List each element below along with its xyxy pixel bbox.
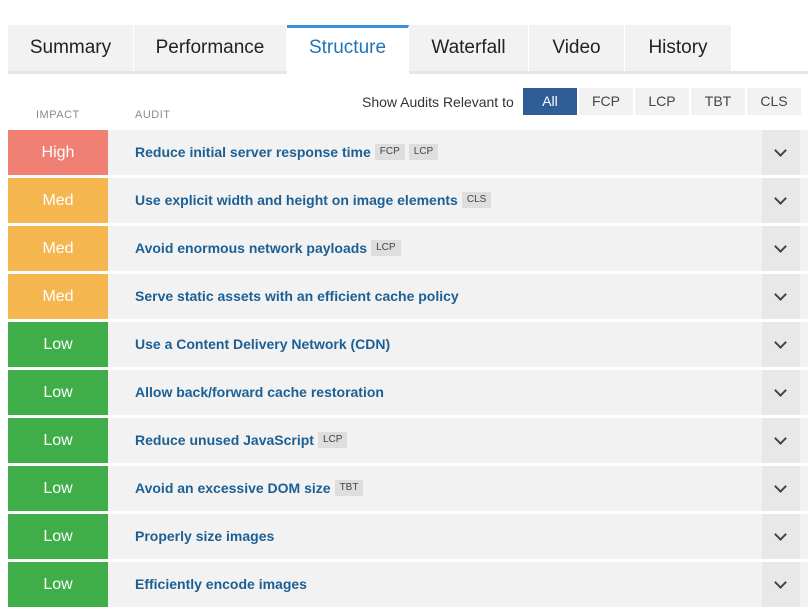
- impact-badge: Low: [8, 370, 108, 415]
- audit-row[interactable]: Low Efficiently encode images: [8, 562, 808, 607]
- tab-video[interactable]: Video: [529, 25, 625, 71]
- chevron-down-icon: [774, 192, 787, 205]
- impact-badge: Low: [8, 322, 108, 367]
- impact-badge: Low: [8, 514, 108, 559]
- audit-title-link[interactable]: Efficiently encode images: [135, 562, 307, 607]
- chevron-down-icon: [774, 576, 787, 589]
- impact-badge: High: [8, 130, 108, 175]
- chevron-down-icon: [774, 528, 787, 541]
- chevron-down-icon: [774, 384, 787, 397]
- expand-button[interactable]: [762, 226, 800, 271]
- audit-title-link[interactable]: Reduce initial server response time FCP LC…: [135, 130, 439, 175]
- tab-bar: Summary Performance Structure Waterfall …: [8, 25, 808, 74]
- audit-row[interactable]: Low Allow back/forward cache restoration: [8, 370, 808, 415]
- audit-title-link[interactable]: Properly size images: [135, 514, 274, 559]
- audit-row[interactable]: Low Use a Content Delivery Network (CDN): [8, 322, 808, 367]
- audit-title: Avoid an excessive DOM size: [135, 480, 331, 496]
- audit-row[interactable]: Low Reduce unused JavaScript LCP: [8, 418, 808, 463]
- audit-column-header: AUDIT: [135, 109, 171, 121]
- metric-tag: LCP: [371, 240, 401, 257]
- audit-title-link[interactable]: Use explicit width and height on image e…: [135, 178, 492, 223]
- metric-tag: CLS: [461, 192, 492, 209]
- expand-button[interactable]: [762, 130, 800, 175]
- audit-title: Use explicit width and height on image e…: [135, 192, 458, 208]
- impact-badge: Med: [8, 226, 108, 271]
- metric-tag: TBT: [334, 480, 364, 497]
- audit-row[interactable]: Med Serve static assets with an efficient…: [8, 274, 808, 319]
- audit-title-link[interactable]: Allow back/forward cache restoration: [135, 370, 384, 415]
- chevron-down-icon: [774, 432, 787, 445]
- filter-tbt-button[interactable]: TBT: [691, 88, 745, 115]
- metric-tag: FCP: [374, 144, 405, 161]
- metric-tag: LCP: [317, 432, 348, 449]
- expand-button[interactable]: [762, 514, 800, 559]
- audit-row[interactable]: Med Avoid enormous network payloads LCP: [8, 226, 808, 271]
- chevron-down-icon: [774, 288, 787, 301]
- impact-column-header: IMPACT: [36, 109, 80, 121]
- expand-button[interactable]: [762, 274, 800, 319]
- metric-tag: LCP: [408, 144, 439, 161]
- filter-all-button[interactable]: All: [523, 88, 577, 115]
- filter-lcp-button[interactable]: LCP: [635, 88, 689, 115]
- audit-row[interactable]: Med Use explicit width and height on imag…: [8, 178, 808, 223]
- audit-title-link[interactable]: Use a Content Delivery Network (CDN): [135, 322, 390, 367]
- chevron-down-icon: [774, 144, 787, 157]
- expand-button[interactable]: [762, 466, 800, 511]
- audit-title-link[interactable]: Serve static assets with an efficient ca…: [135, 274, 459, 319]
- impact-badge: Med: [8, 178, 108, 223]
- filter-fcp-button[interactable]: FCP: [579, 88, 633, 115]
- audit-title-link[interactable]: Avoid an excessive DOM size TBT: [135, 466, 364, 511]
- audit-title-link[interactable]: Reduce unused JavaScript LCP: [135, 418, 348, 463]
- expand-button[interactable]: [762, 370, 800, 415]
- impact-badge: Low: [8, 466, 108, 511]
- tab-structure[interactable]: Structure: [287, 25, 409, 74]
- audit-title: Reduce unused JavaScript: [135, 432, 314, 448]
- expand-button[interactable]: [762, 178, 800, 223]
- tab-summary[interactable]: Summary: [8, 25, 134, 71]
- expand-button[interactable]: [762, 418, 800, 463]
- tab-waterfall[interactable]: Waterfall: [409, 25, 529, 71]
- chevron-down-icon: [774, 480, 787, 493]
- audit-row[interactable]: High Reduce initial server response time F…: [8, 130, 808, 175]
- chevron-down-icon: [774, 336, 787, 349]
- audit-title: Avoid enormous network payloads: [135, 240, 368, 256]
- audit-title-link[interactable]: Avoid enormous network payloads LCP: [135, 226, 401, 271]
- tab-performance[interactable]: Performance: [134, 25, 287, 71]
- audit-title: Use a Content Delivery Network (CDN): [135, 336, 391, 352]
- filter-cls-button[interactable]: CLS: [747, 88, 801, 115]
- audit-title: Allow back/forward cache restoration: [135, 384, 384, 400]
- audit-title: Efficiently encode images: [135, 576, 307, 592]
- filter-label: Show Audits Relevant to: [362, 94, 514, 110]
- audit-title: Serve static assets with an efficient ca…: [135, 288, 459, 304]
- audit-row[interactable]: Low Properly size images: [8, 514, 808, 559]
- audit-title: Properly size images: [135, 528, 275, 544]
- audit-title: Reduce initial server response time: [135, 144, 371, 160]
- impact-badge: Low: [8, 562, 108, 607]
- tab-history[interactable]: History: [625, 25, 732, 71]
- audit-row[interactable]: Low Avoid an excessive DOM size TBT: [8, 466, 808, 511]
- expand-button[interactable]: [762, 562, 800, 607]
- chevron-down-icon: [774, 240, 787, 253]
- expand-button[interactable]: [762, 322, 800, 367]
- impact-badge: Low: [8, 418, 108, 463]
- impact-badge: Med: [8, 274, 108, 319]
